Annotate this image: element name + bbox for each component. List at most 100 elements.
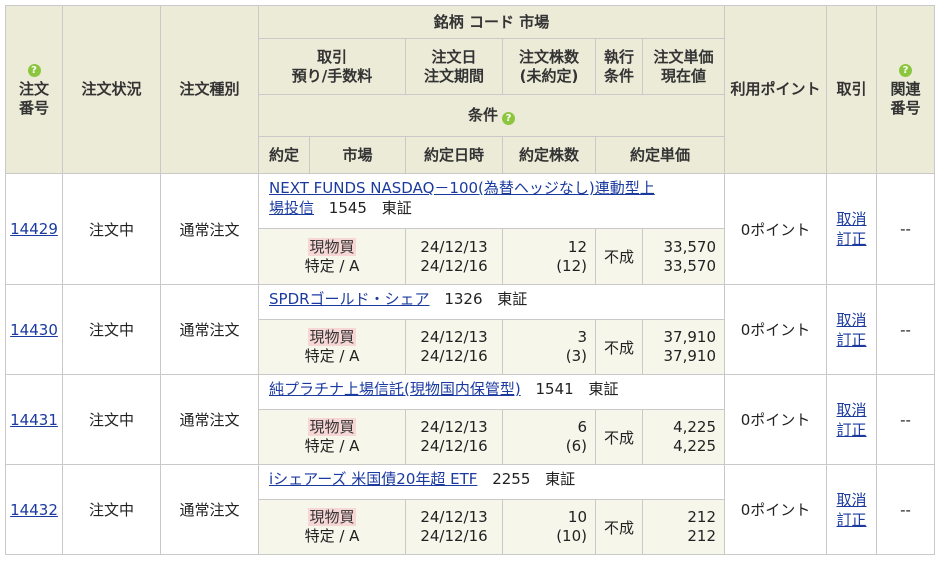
stock-code: 1326 [444, 290, 483, 308]
cancel-link[interactable]: 取消 [828, 209, 876, 229]
order-number-link[interactable]: 14431 [10, 411, 58, 429]
exec-condition: 不成 [595, 228, 643, 285]
order-number-link[interactable]: 14429 [10, 220, 58, 238]
order-price: 4,225 [673, 418, 717, 436]
modify-link[interactable]: 訂正 [828, 510, 876, 530]
related-no-help-icon[interactable]: ? [899, 64, 913, 77]
order-date-cell: 24/12/13 24/12/16 [405, 319, 503, 375]
order-status: 注文中 [62, 464, 161, 555]
stock-market: 東証 [545, 470, 576, 488]
order-status: 注文中 [62, 284, 161, 375]
points: 0ポイント [724, 284, 828, 375]
order-qty-cell: 10 (10) [502, 499, 596, 555]
header-exec-datetime: 約定日時 [405, 136, 503, 174]
order-list-table: ? 注文 番号 注文状況 注文種別 銘柄 コード 市場 利用ポイント 取引 ? … [5, 5, 936, 555]
trade-type-badge: 現物買 [308, 508, 356, 526]
exec-condition: 不成 [595, 499, 643, 555]
order-number-link[interactable]: 14430 [10, 321, 58, 339]
order-period: 24/12/16 [420, 527, 488, 545]
cancel-link[interactable]: 取消 [828, 400, 876, 420]
order-type: 通常注文 [160, 464, 259, 555]
stock-name-link[interactable]: 純プラチナ上場信託(現物国内保管型) [269, 380, 521, 398]
price-cell: 4,225 4,225 [641, 409, 726, 465]
header-points: 利用ポイント [724, 5, 828, 174]
points: 0ポイント [724, 464, 828, 555]
cancel-link[interactable]: 取消 [828, 310, 876, 330]
price-cell: 37,910 37,910 [641, 319, 726, 375]
header-order-type: 注文種別 [160, 5, 259, 174]
account-type: 特定 / A [304, 527, 360, 545]
order-date: 24/12/13 [420, 508, 488, 526]
header-exec: 約定 [258, 136, 310, 174]
condition-help-icon[interactable]: ? [502, 112, 516, 125]
order-actions: 取消 訂正 [826, 173, 878, 285]
order-date: 24/12/13 [420, 328, 488, 346]
order-qty: 3 [577, 328, 587, 346]
price-cell: 212 212 [641, 499, 726, 555]
account-type: 特定 / A [304, 256, 360, 275]
stock-code: 1541 [535, 380, 574, 398]
order-status: 注文中 [62, 173, 161, 285]
order-number-cell: 14430 [5, 284, 63, 375]
stock-market: 東証 [588, 380, 619, 398]
order-type: 通常注文 [160, 173, 259, 285]
stock-code: 1545 [328, 199, 367, 217]
current-price: 4,225 [673, 437, 717, 455]
stock-market: 東証 [497, 290, 528, 308]
trade-type-badge: 現物買 [308, 418, 356, 436]
unfilled-qty: (10) [556, 527, 587, 545]
order-date-cell: 24/12/13 24/12/16 [405, 499, 503, 555]
order-price: 212 [687, 508, 717, 526]
order-no-help-icon[interactable]: ? [27, 64, 41, 77]
header-exec-qty: 約定株数 [502, 136, 596, 174]
modify-link[interactable]: 訂正 [828, 330, 876, 350]
account-type: 特定 / A [304, 347, 360, 365]
exec-condition: 不成 [595, 319, 643, 375]
header-action: 取引 [826, 5, 878, 174]
points: 0ポイント [724, 374, 828, 465]
current-price: 212 [687, 527, 717, 545]
order-qty: 6 [577, 418, 587, 436]
current-price: 37,910 [663, 347, 717, 365]
unfilled-qty: (3) [565, 347, 587, 365]
header-trade: 取引 預り/手数料 [258, 38, 406, 95]
order-number-link[interactable]: 14432 [10, 501, 58, 519]
order-qty-cell: 12 (12) [502, 228, 596, 285]
header-exec-market: 市場 [309, 136, 406, 174]
stock-name-link[interactable]: SPDRゴールド・シェア [269, 290, 430, 308]
order-type: 通常注文 [160, 374, 259, 465]
order-status: 注文中 [62, 374, 161, 465]
exec-condition: 不成 [595, 409, 643, 465]
order-price: 37,910 [663, 328, 717, 346]
account-type: 特定 / A [304, 437, 360, 455]
order-date-cell: 24/12/13 24/12/16 [405, 228, 503, 285]
header-related-no: ? 関連 番号 [876, 5, 936, 174]
stock-cell: NEXT FUNDS NASDAQ－100(為替ヘッジなし)連動型上 場投信 15… [257, 173, 726, 229]
header-order-no: ? 注文 番号 [5, 5, 63, 174]
order-qty: 12 [567, 237, 587, 256]
order-qty-cell: 3 (3) [502, 319, 596, 375]
order-number-cell: 14432 [5, 464, 63, 555]
trade-cell: 現物買 特定 / A [258, 499, 406, 555]
unfilled-qty: (6) [565, 437, 587, 455]
modify-link[interactable]: 訂正 [828, 229, 876, 249]
order-date: 24/12/13 [420, 418, 488, 436]
header-order-qty: 注文株数 (未約定) [502, 38, 596, 95]
order-qty-cell: 6 (6) [502, 409, 596, 465]
trade-cell: 現物買 特定 / A [258, 228, 406, 285]
price-cell: 33,570 33,570 [641, 228, 726, 285]
order-actions: 取消 訂正 [826, 464, 878, 555]
related-number: -- [876, 173, 936, 285]
stock-name-link[interactable]: iシェアーズ 米国債20年超 ETF [269, 470, 477, 488]
order-period: 24/12/16 [420, 437, 488, 455]
related-number: -- [876, 374, 936, 465]
order-period: 24/12/16 [420, 347, 488, 365]
stock-cell: 純プラチナ上場信託(現物国内保管型) 1541 東証 [257, 374, 726, 410]
stock-name-link[interactable]: NEXT FUNDS NASDAQ－100(為替ヘッジなし)連動型上 場投信 [269, 179, 655, 217]
related-number: -- [876, 464, 936, 555]
cancel-link[interactable]: 取消 [828, 490, 876, 510]
trade-type-badge: 現物買 [308, 237, 356, 256]
modify-link[interactable]: 訂正 [828, 420, 876, 440]
points: 0ポイント [724, 173, 828, 285]
related-number: -- [876, 284, 936, 375]
